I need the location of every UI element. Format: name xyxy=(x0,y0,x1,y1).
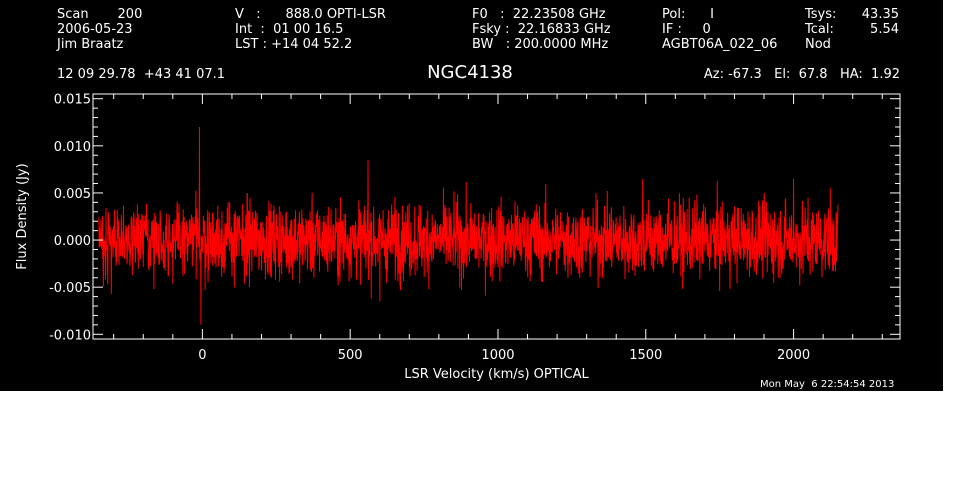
date-stamp: Mon May 6 22:54:54 2013 xyxy=(760,379,895,390)
x-tick-label: 500 xyxy=(338,348,363,363)
y-axis-label: Flux Density (Jy) xyxy=(15,163,30,269)
y-tick-label: 0.010 xyxy=(54,140,91,155)
x-tick-label: 2000 xyxy=(777,348,810,363)
y-tick-label: 0.015 xyxy=(54,93,91,108)
x-axis-label: LSR Velocity (km/s) OPTICAL xyxy=(404,367,589,382)
spectrum-line xyxy=(98,126,839,325)
x-tick-label: 1500 xyxy=(629,348,662,363)
x-tick-label: 1000 xyxy=(481,348,514,363)
x-tick-label: 0 xyxy=(198,348,206,363)
y-tick-label: 0.005 xyxy=(54,187,91,202)
spectrum-chart: 0 500 1000 1500 2000 -0.010 -0.005 0.000 0.005 0.… xyxy=(15,93,901,382)
y-tick-label: -0.010 xyxy=(49,328,91,343)
plot-window: Scan 200 2006-05-23 Jim Braatz V : 888.0… xyxy=(0,0,943,391)
y-tick-label: 0.000 xyxy=(54,234,91,249)
spectrum-layer xyxy=(98,126,839,325)
y-tick-label: -0.005 xyxy=(49,281,91,296)
